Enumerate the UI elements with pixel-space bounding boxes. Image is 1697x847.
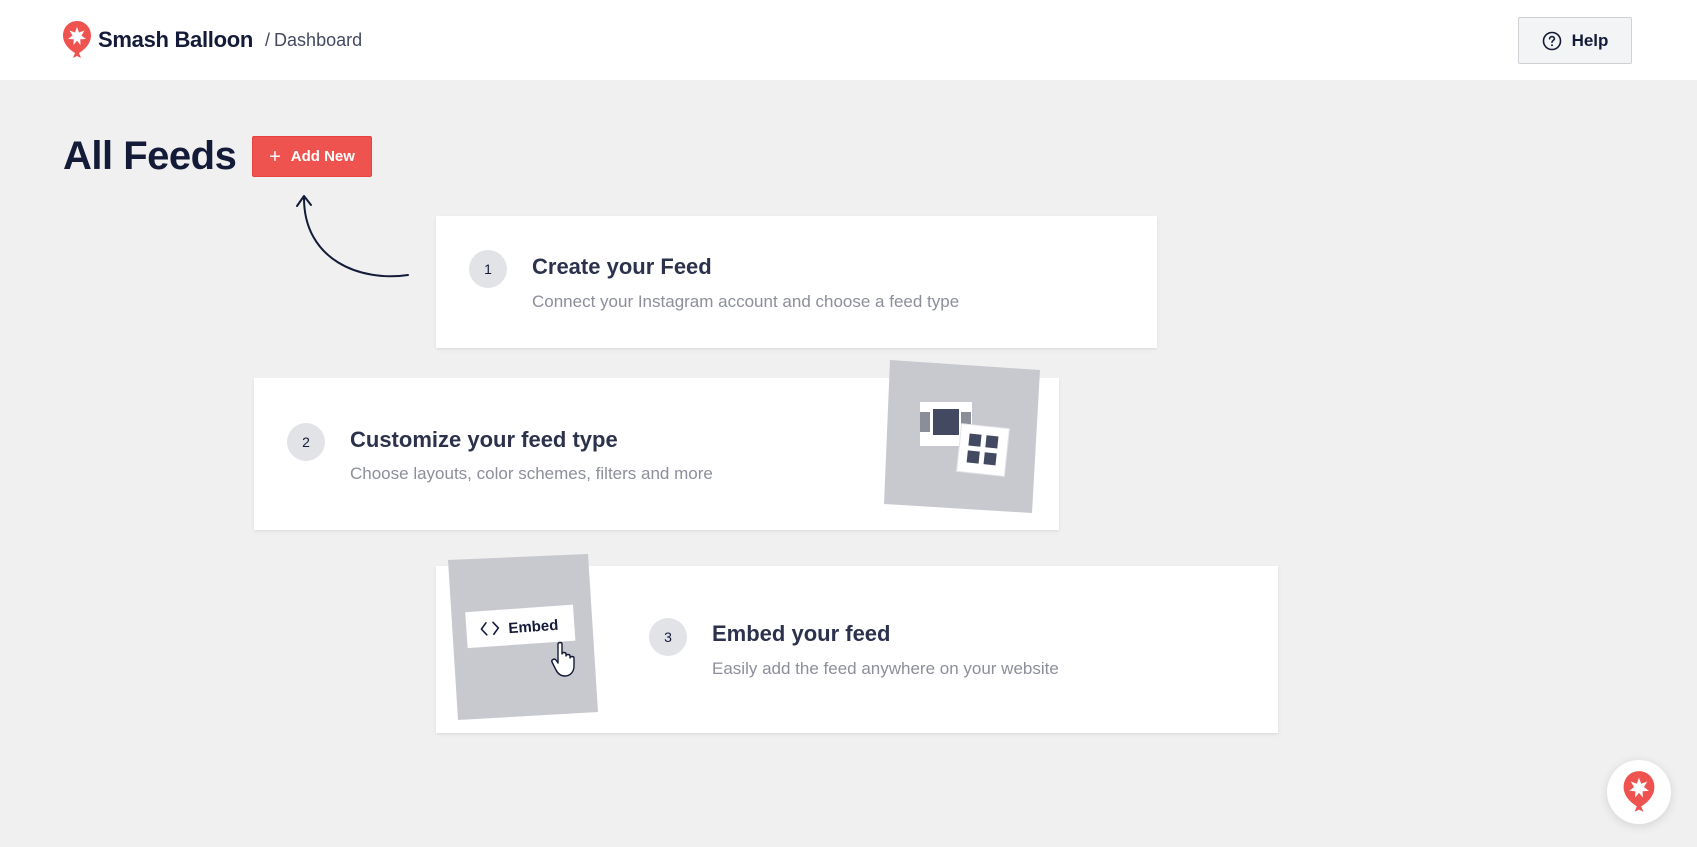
question-circle-icon: [1542, 31, 1561, 50]
step-description: Easily add the feed anywhere on your web…: [712, 659, 1059, 678]
step-description: Connect your Instagram account and choos…: [532, 292, 960, 311]
plus-icon: +: [269, 145, 281, 168]
page-title: All Feeds: [63, 134, 237, 178]
step-title: Create your Feed: [532, 254, 712, 279]
add-new-label: Add New: [290, 148, 355, 165]
add-new-button[interactable]: + Add New: [252, 136, 372, 177]
embed-chip-label: Embed: [508, 617, 559, 637]
brand[interactable]: Smash Balloon / Dashboard: [62, 20, 362, 60]
help-label: Help: [1571, 30, 1609, 50]
help-button[interactable]: Help: [1518, 17, 1632, 64]
curved-arrow-icon: [296, 195, 409, 278]
embed-illustration: Embed: [448, 554, 598, 720]
step-card-create-feed: 1 Create your Feed Connect your Instagra…: [436, 216, 1157, 348]
breadcrumb-separator: /: [265, 29, 271, 50]
top-bar: Smash Balloon / Dashboard Help: [0, 0, 1697, 80]
smash-balloon-logo-icon: [1623, 771, 1655, 812]
step-title: Embed your feed: [712, 621, 891, 646]
step-title: Customize your feed type: [350, 427, 618, 452]
step-number: 1: [469, 250, 507, 288]
smash-balloon-logo-icon: [63, 21, 91, 58]
step-number: 2: [287, 423, 325, 461]
step-number: 3: [649, 618, 687, 656]
step-description: Choose layouts, color schemes, filters a…: [350, 464, 713, 483]
breadcrumb-current: Dashboard: [274, 29, 363, 50]
feed-layout-illustration: [884, 360, 1040, 513]
floating-help-launcher[interactable]: [1607, 760, 1671, 824]
brand-name: Smash Balloon: [98, 27, 254, 52]
